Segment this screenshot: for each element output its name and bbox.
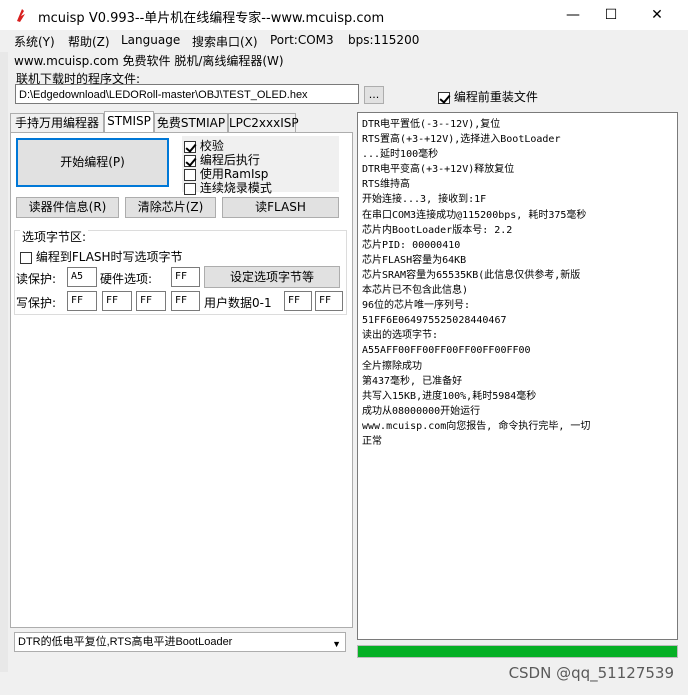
- tab-stmisp[interactable]: STMISP: [104, 111, 154, 133]
- log-line: 共写入15KB,进度100%,耗时5984毫秒: [362, 390, 537, 402]
- menu-help[interactable]: 帮助(Z): [68, 33, 110, 50]
- menu-bar: 系统(Y) 帮助(Z) Language 搜索串口(X) Port:COM3 b…: [0, 30, 688, 52]
- tab-handheld-programmer[interactable]: 手持万用编程器: [10, 113, 104, 133]
- browse-button[interactable]: ...: [364, 86, 384, 104]
- write-protect-input-0[interactable]: FF: [67, 291, 97, 311]
- log-line: 芯片FLASH容量为64KB: [362, 254, 467, 266]
- app-logo-icon: [17, 9, 25, 22]
- write-protect-label: 写保护:: [16, 296, 57, 310]
- reset-mode-value: DTR的低电平复位,RTS高电平进BootLoader: [18, 636, 233, 648]
- progress-bar: [357, 645, 678, 658]
- reload-before-program-checkbox[interactable]: 编程前重装文件: [438, 88, 538, 105]
- menu-port[interactable]: Port:COM3: [270, 33, 334, 47]
- menu-language[interactable]: Language: [121, 33, 180, 47]
- log-line: ...延时100毫秒: [362, 149, 439, 161]
- read-device-info-button[interactable]: 读器件信息(R): [16, 197, 119, 218]
- write-protect-input-2[interactable]: FF: [136, 291, 166, 311]
- log-line: 芯片内BootLoader版本号: 2.2: [362, 224, 513, 236]
- menu-bps[interactable]: bps:115200: [348, 33, 419, 47]
- hardware-option-input[interactable]: FF: [171, 267, 200, 287]
- menu-system[interactable]: 系统(Y): [14, 33, 55, 50]
- user-data-input-0[interactable]: FF: [284, 291, 312, 311]
- log-line: RTS维持高: [362, 179, 411, 191]
- start-program-button[interactable]: 开始编程(P): [16, 138, 169, 187]
- offline-programmer-link[interactable]: www.mcuisp.com 免费软件 脱机/离线编程器(W): [14, 52, 284, 69]
- read-flash-button[interactable]: 读FLASH: [222, 197, 339, 218]
- log-line: 芯片PID: 00000410: [362, 239, 461, 251]
- chevron-down-icon[interactable]: ▼: [332, 635, 341, 653]
- tab-lpc2xxxisp[interactable]: LPC2xxxISP: [228, 113, 299, 133]
- set-option-bytes-button[interactable]: 设定选项字节等: [204, 266, 340, 288]
- write-protect-input-3[interactable]: FF: [171, 291, 200, 311]
- log-line: 全片擦除成功: [362, 360, 422, 372]
- watermark: CSDN @qq_51127539: [508, 664, 674, 682]
- progress-bar-fill: [358, 646, 677, 657]
- write-protect-input-1[interactable]: FF: [102, 291, 132, 311]
- continuous-burn-checkbox[interactable]: 连续烧录模式: [184, 179, 272, 196]
- read-protect-label: 读保护:: [16, 272, 57, 286]
- title-bar: mcuisp V0.993--单片机在线编程专家--www.mcuisp.com…: [0, 0, 688, 30]
- log-line: DTR电平置低(-3--12V),复位: [362, 119, 501, 130]
- reset-mode-select[interactable]: DTR的低电平复位,RTS高电平进BootLoader ▼: [14, 632, 346, 652]
- log-line: 读出的选项字节:: [362, 330, 439, 342]
- close-button[interactable]: ✕: [634, 0, 680, 30]
- program-file-input[interactable]: D:\Edgedownload\LEDORoll-master\OBJ\TEST…: [15, 84, 359, 104]
- read-protect-input[interactable]: A5: [67, 267, 97, 287]
- checkbox-unchecked-icon[interactable]: [184, 182, 196, 195]
- hardware-option-label: 硬件选项:: [100, 272, 153, 286]
- menu-search-port[interactable]: 搜索串口(X): [192, 33, 258, 50]
- checkbox-checked-icon[interactable]: [438, 91, 450, 104]
- window-title: mcuisp V0.993--单片机在线编程专家--www.mcuisp.com: [38, 11, 385, 26]
- log-line: DTR电平变高(+3-+12V)释放复位: [362, 164, 515, 176]
- window-edge: [0, 52, 8, 672]
- log-line: 第437毫秒, 已准备好: [362, 375, 463, 387]
- log-line: RTS置高(+3-+12V),选择进入BootLoader: [362, 134, 561, 146]
- log-line: 在串口COM3连接成功@115200bps, 耗时375毫秒: [362, 209, 587, 221]
- log-line: 芯片SRAM容量为65535KB(此信息仅供参考,新版: [362, 269, 581, 281]
- tab-stmiap[interactable]: 免费STMIAP: [154, 113, 228, 133]
- log-line: 本芯片已不包含此信息): [362, 285, 469, 297]
- maximize-button[interactable]: ☐: [588, 0, 634, 30]
- program-options: 校验 编程后执行 使用RamIsp 连续烧录模式: [182, 136, 339, 195]
- log-line: 96位的芯片唯一序列号:: [362, 300, 471, 312]
- log-line: 成功从08000000开始运行: [362, 405, 481, 417]
- log-line: 51FF6E064975525028440467: [362, 315, 507, 327]
- user-data-label: 用户数据0-1: [204, 296, 272, 310]
- checkbox-unchecked-icon[interactable]: [20, 251, 32, 264]
- option-byte-title: 选项字节区:: [20, 228, 89, 245]
- user-data-input-1[interactable]: FF: [315, 291, 343, 311]
- log-line: www.mcuisp.com向您报告, 命令执行完毕, 一切: [362, 420, 591, 432]
- write-option-bytes-checkbox[interactable]: 编程到FLASH时写选项字节: [20, 248, 183, 265]
- log-line: 正常: [362, 435, 382, 447]
- erase-chip-button[interactable]: 清除芯片(Z): [125, 197, 216, 218]
- log-output[interactable]: DTR电平置低(-3--12V),复位 RTS置高(+3-+12V),选择进入Bo…: [357, 112, 678, 640]
- log-line: 开始连接...3, 接收到:1F: [362, 194, 487, 206]
- reload-label: 编程前重装文件: [453, 90, 538, 104]
- log-line: A55AFF00FF00FF00FF00FF00FF00: [362, 345, 531, 357]
- log-lines: DTR电平置低(-3--12V),复位 RTS置高(+3-+12V),选择进入Bo…: [362, 117, 590, 449]
